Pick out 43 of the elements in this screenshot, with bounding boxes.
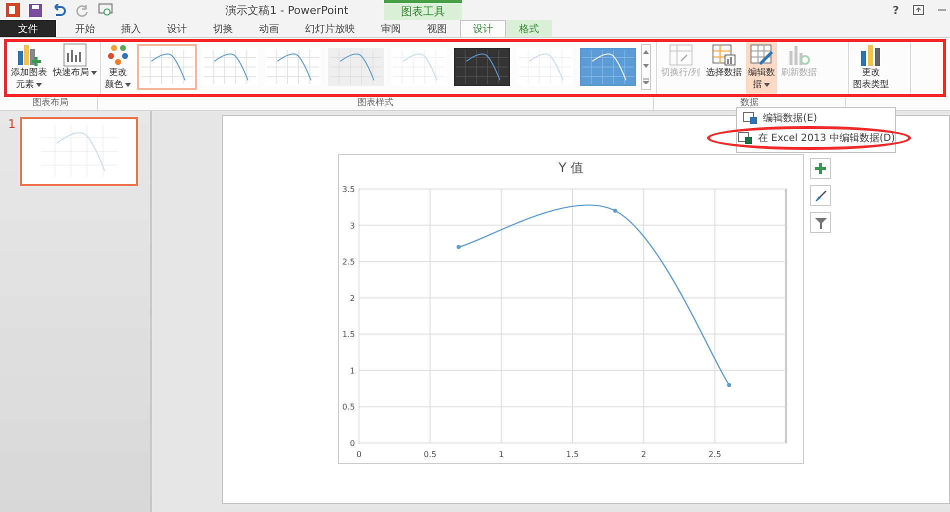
group-label: 图表布局	[4, 97, 98, 110]
ribbon-tab[interactable]: 切换	[200, 20, 246, 37]
ribbon-tab[interactable]: 动画	[246, 20, 292, 37]
x-tick-label: 0	[356, 450, 362, 459]
ribbon-tab[interactable]: 格式	[506, 20, 552, 37]
y-tick-label: 2.5	[342, 258, 355, 267]
ribbon-tab[interactable]: 插入	[108, 20, 154, 37]
y-tick-label: 1.5	[342, 330, 355, 340]
x-tick-label: 1	[498, 450, 504, 459]
x-tick-label: 1.5	[566, 450, 579, 459]
ribbon-button[interactable]: 快速布局	[51, 42, 99, 94]
y-tick-label: 3	[350, 221, 355, 230]
menu-item-label: 在 Excel 2013 中编辑数据(D)	[758, 132, 895, 145]
y-tick-label: 1	[350, 366, 355, 376]
x-tick-label: 0.5	[424, 450, 437, 459]
chart-frame[interactable]: Y 值 0 0.5 1 1.5 2 2.5 0 0.5 1 1.5 2 2.5 3 3.5	[338, 154, 804, 464]
ribbon-tab[interactable]: 设计	[460, 20, 506, 37]
ribbon-tab[interactable]: 视图	[414, 20, 460, 37]
ribbon-button[interactable]: 编辑数 据	[746, 42, 778, 94]
ribbon-tab[interactable]: 开始	[62, 20, 108, 37]
menu-item-label: 编辑数据(E)	[763, 112, 818, 125]
chart-tools-header: 图表工具	[384, 0, 462, 20]
y-tick-label: 3.5	[342, 185, 355, 194]
ribbon-tab[interactable]: 幻灯片放映	[292, 20, 368, 37]
ribbon-button[interactable]: 选择数据	[704, 42, 744, 94]
ribbon-tab[interactable]: 设计	[154, 20, 200, 37]
window-title: 演示文稿1 - PowerPoint	[224, 2, 350, 18]
chart-title: Y 值	[558, 160, 584, 177]
slide-number: 1	[8, 117, 16, 131]
menu-item[interactable]: 编辑数据(E)	[737, 110, 895, 126]
ribbon-tab[interactable]: 审阅	[368, 20, 414, 37]
y-tick-label: 0	[350, 439, 355, 448]
ribbon-button[interactable]: 更改 颜色	[103, 42, 133, 94]
ribbon-button[interactable]: 添加图表 元素	[9, 42, 49, 94]
x-tick-label: 2	[641, 450, 646, 459]
x-tick-label: 2.5	[708, 450, 722, 459]
help-button[interactable]: ?	[892, 4, 899, 16]
y-tick-label: 0.5	[342, 402, 355, 412]
ribbon-button[interactable]: 更改 图表类型	[851, 42, 891, 94]
y-tick-label: 2	[350, 294, 355, 303]
group-label: 图表样式	[98, 97, 654, 110]
ribbon-tab[interactable]: 文件	[0, 20, 56, 37]
menu-item[interactable]: 在 Excel 2013 中编辑数据(D)	[707, 126, 911, 150]
